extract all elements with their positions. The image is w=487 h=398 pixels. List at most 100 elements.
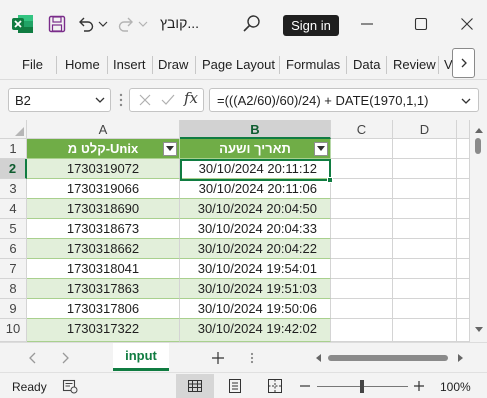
more-options-icon[interactable] <box>119 93 123 107</box>
vertical-scroll-thumb[interactable] <box>475 138 481 154</box>
select-all-button[interactable] <box>0 120 27 139</box>
grid-cell[interactable] <box>331 179 393 199</box>
grid-cell[interactable] <box>393 319 457 342</box>
table-cell-datetime[interactable]: 30/10/2024 20:11:12 <box>180 159 331 179</box>
tab-home[interactable]: Home <box>65 57 100 72</box>
table-cell-unix[interactable]: 1730317322 <box>27 319 180 342</box>
page-break-view-icon[interactable] <box>266 377 284 395</box>
grid-cell[interactable] <box>393 159 457 179</box>
tab-page-layout[interactable]: Page Layout <box>202 57 275 72</box>
grid-cell[interactable] <box>331 319 393 342</box>
table-cell-unix[interactable]: 1730318041 <box>27 259 180 279</box>
filter-dropdown-button[interactable] <box>314 142 328 156</box>
table-cell-unix[interactable]: 1730318690 <box>27 199 180 219</box>
undo-dropdown-icon[interactable] <box>98 18 108 30</box>
scroll-down-icon[interactable] <box>474 326 484 334</box>
table-cell-datetime[interactable]: 30/10/2024 20:11:06 <box>180 179 331 199</box>
tab-formulas[interactable]: Formulas <box>286 57 340 72</box>
table-cell-datetime[interactable]: 30/10/2024 19:51:03 <box>180 279 331 299</box>
row-header[interactable]: 4 <box>0 199 27 219</box>
insert-function-button[interactable]: fx <box>184 89 198 107</box>
table-header-cell[interactable]: קלט מ-Unix <box>27 139 180 159</box>
tab-split-handle-icon[interactable] <box>250 352 254 364</box>
row-header[interactable]: 1 <box>0 139 27 159</box>
table-cell-datetime[interactable]: 30/10/2024 19:42:02 <box>180 319 331 342</box>
fill-handle[interactable] <box>327 177 333 183</box>
column-header-e[interactable] <box>457 120 470 139</box>
minimize-icon[interactable] <box>359 16 375 32</box>
table-cell-datetime[interactable]: 30/10/2024 19:50:06 <box>180 299 331 319</box>
ribbon-scroll-right-button[interactable] <box>452 48 475 78</box>
cancel-icon[interactable] <box>138 93 152 107</box>
grid-cell[interactable] <box>331 279 393 299</box>
row-header[interactable]: 9 <box>0 299 27 319</box>
spreadsheet-grid[interactable]: A B C D 1 2 3 4 5 6 7 8 9 10 קלט מ-Unix … <box>0 120 487 342</box>
sign-in-button[interactable]: Sign in <box>283 15 339 36</box>
tab-file[interactable]: File <box>22 57 43 72</box>
grid-cell[interactable] <box>393 139 457 159</box>
next-sheet-icon[interactable] <box>60 352 70 364</box>
grid-cell[interactable] <box>457 159 470 179</box>
tab-insert[interactable]: Insert <box>113 57 146 72</box>
table-cell-unix[interactable]: 1730317863 <box>27 279 180 299</box>
grid-cell[interactable] <box>457 319 470 342</box>
tab-draw[interactable]: Draw <box>158 57 188 72</box>
table-cell-datetime[interactable]: 30/10/2024 20:04:50 <box>180 199 331 219</box>
zoom-slider-thumb[interactable] <box>360 380 364 393</box>
vertical-scrollbar[interactable] <box>470 120 487 342</box>
filter-dropdown-button[interactable] <box>163 142 177 156</box>
grid-cell[interactable] <box>457 199 470 219</box>
undo-icon[interactable] <box>76 14 96 34</box>
column-header-b[interactable]: B <box>180 120 331 139</box>
document-title[interactable]: קובץ... <box>160 15 199 31</box>
redo-icon[interactable] <box>116 14 136 34</box>
grid-cell[interactable] <box>331 219 393 239</box>
expand-formula-icon[interactable] <box>460 96 472 106</box>
table-cell-datetime[interactable]: 30/10/2024 20:04:33 <box>180 219 331 239</box>
table-cell-unix[interactable]: 1730319066 <box>27 179 180 199</box>
zoom-level[interactable]: 100% <box>440 380 471 394</box>
close-icon[interactable] <box>459 16 475 32</box>
name-box[interactable]: B2 <box>8 88 111 112</box>
column-header-d[interactable]: D <box>393 120 457 139</box>
grid-cell[interactable] <box>457 239 470 259</box>
grid-cell[interactable] <box>393 199 457 219</box>
grid-cell[interactable] <box>457 299 470 319</box>
table-cell-datetime[interactable]: 30/10/2024 19:54:01 <box>180 259 331 279</box>
previous-sheet-icon[interactable] <box>28 352 38 364</box>
column-header-a[interactable]: A <box>27 120 180 139</box>
row-header[interactable]: 10 <box>0 319 27 342</box>
sheet-tab-input[interactable]: input <box>113 343 169 371</box>
grid-cell[interactable] <box>457 219 470 239</box>
grid-cell[interactable] <box>331 139 393 159</box>
grid-cell[interactable] <box>393 299 457 319</box>
table-cell-unix[interactable]: 1730318673 <box>27 219 180 239</box>
tab-review[interactable]: Review <box>393 57 436 72</box>
grid-cell[interactable] <box>393 179 457 199</box>
row-header[interactable]: 3 <box>0 179 27 199</box>
zoom-in-icon[interactable] <box>412 378 426 394</box>
row-header[interactable]: 6 <box>0 239 27 259</box>
scroll-left-icon[interactable] <box>314 353 322 363</box>
column-header-c[interactable]: C <box>331 120 393 139</box>
grid-cell[interactable] <box>393 239 457 259</box>
accessibility-icon[interactable] <box>62 378 78 394</box>
enter-check-icon[interactable] <box>160 93 176 107</box>
grid-cell[interactable] <box>393 219 457 239</box>
chevron-down-icon[interactable] <box>94 95 106 105</box>
add-sheet-icon[interactable] <box>210 350 226 366</box>
save-icon[interactable] <box>47 14 67 34</box>
maximize-icon[interactable] <box>413 16 429 32</box>
row-header[interactable]: 8 <box>0 279 27 299</box>
search-icon[interactable] <box>241 13 263 35</box>
table-cell-datetime[interactable]: 30/10/2024 20:04:22 <box>180 239 331 259</box>
grid-cell[interactable] <box>457 139 470 159</box>
grid-cell[interactable] <box>331 299 393 319</box>
grid-cell[interactable] <box>457 259 470 279</box>
horizontal-scroll-thumb[interactable] <box>328 355 448 361</box>
grid-cell[interactable] <box>457 179 470 199</box>
grid-cell[interactable] <box>331 199 393 219</box>
table-cell-unix[interactable]: 1730317806 <box>27 299 180 319</box>
grid-cell[interactable] <box>331 239 393 259</box>
grid-cell[interactable] <box>393 279 457 299</box>
